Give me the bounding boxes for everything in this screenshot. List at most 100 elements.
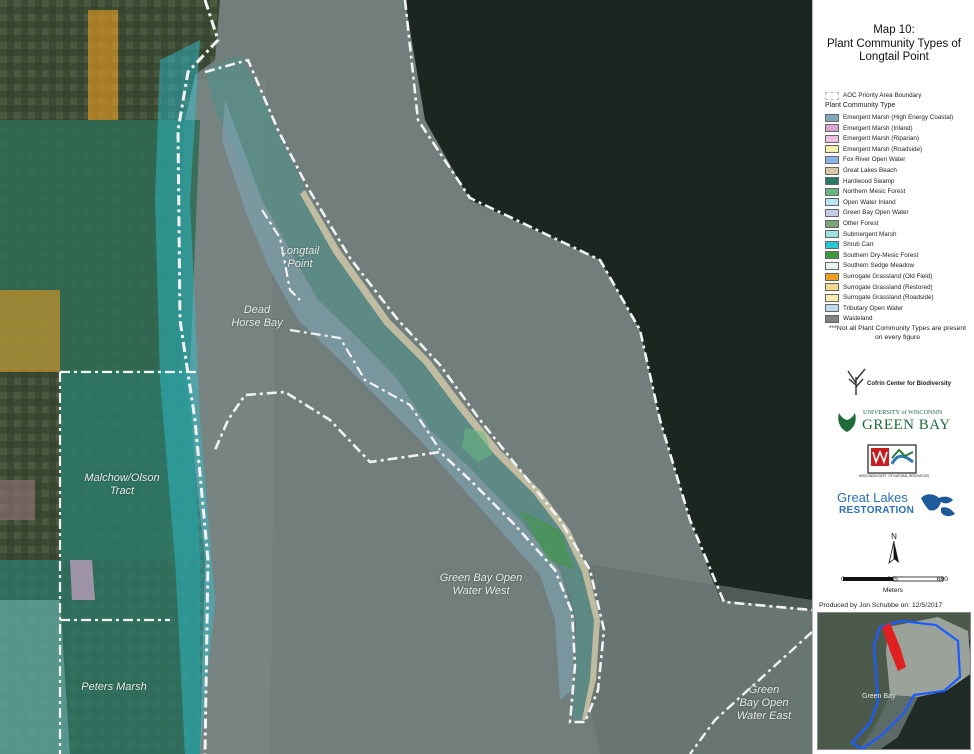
- legend-label: Other Forest: [843, 220, 879, 227]
- legend-note: ***Not all Plant Community Types are pre…: [828, 325, 966, 341]
- wasteland-patch: [0, 480, 35, 520]
- label-line: Tract: [109, 485, 135, 497]
- legend-item: Shrub Carr: [825, 240, 874, 249]
- legend-swatch: [825, 304, 839, 313]
- wdnr-emblem-icon: [867, 444, 917, 474]
- label-dead-horse-bay: Dead Horse Bay: [222, 304, 292, 330]
- legend-item: Tributary Open Water: [825, 304, 903, 313]
- legend-item: Southern Sedge Meadow: [825, 261, 914, 270]
- surrogate-grassland-2: [0, 290, 60, 372]
- legend-swatch: [825, 208, 839, 217]
- legend-label: Surrogate Grassland (Restored): [843, 283, 933, 291]
- legend-header: Plant Community Type: [825, 102, 896, 109]
- label-line: Green Bay Open: [439, 572, 523, 584]
- inset-label: Green Bay: [862, 693, 896, 700]
- legend-label: Great Lakes Beach: [843, 167, 897, 174]
- legend-label: Emergent Marsh (Riparian): [843, 135, 919, 143]
- legend-swatch: [825, 240, 839, 249]
- uw-line2: GREEN BAY: [862, 417, 951, 433]
- legend-item: Emergent Marsh (High Energy Coastal): [825, 113, 953, 122]
- legend-item: Emergent Marsh (Riparian): [825, 134, 919, 143]
- label-gb-east: Green Bay Open Water East: [722, 684, 806, 723]
- legend-label: Shrub Carr: [843, 241, 874, 249]
- label-line: Longtail: [280, 245, 320, 257]
- legend-swatch: [825, 177, 839, 186]
- legend-label: Wasteland: [843, 315, 873, 323]
- legend-item: Fox River Open Water: [825, 155, 905, 164]
- title-line: Longtail Point: [859, 51, 929, 63]
- legend-swatch: [825, 314, 839, 323]
- phoenix-icon: [838, 413, 856, 432]
- inset-map: Green Bay: [817, 612, 971, 750]
- label-line: Dead: [243, 304, 271, 316]
- tree-icon: [847, 368, 866, 395]
- legend-label: Surrogate Grassland (Old Field): [843, 273, 933, 280]
- legend-label: Submergent Marsh: [843, 230, 897, 238]
- map-title: Map 10: Plant Community Types of Longtai…: [813, 24, 974, 65]
- title-line: Plant Community Types of: [826, 37, 961, 50]
- inland-marsh-patch: [70, 560, 95, 600]
- label-malchow-olson: Malchow/Olson Tract: [82, 472, 162, 498]
- label-line: Point: [287, 258, 313, 270]
- legend-item: Emergent Marsh (Roadside): [825, 145, 922, 154]
- legend-item: Surrogate Grassland (Restored): [825, 283, 933, 292]
- legend-label: AOC Priority Area Boundary: [843, 92, 922, 99]
- legend-item: Submergent Marsh: [825, 230, 897, 239]
- legend-label: Northern Mesic Forest: [843, 188, 906, 196]
- legend-item: Northern Mesic Forest: [825, 187, 905, 196]
- legend-label: Fox River Open Water: [843, 156, 906, 164]
- boundary-swatch: [825, 91, 839, 100]
- legend-item: Southern Dry-Mesic Forest: [825, 251, 918, 260]
- glr-line2: RESTORATION: [839, 505, 915, 516]
- legend-item: Emergent Marsh (Inland): [825, 124, 913, 133]
- label-peters-marsh: Peters Marsh: [74, 681, 154, 694]
- scale-tick-1: 345: [887, 576, 898, 583]
- scale-unit: Meters: [883, 587, 903, 594]
- legend-boundary-row: AOC Priority Area Boundary: [825, 91, 921, 100]
- legend-item: Green Bay Open Water: [825, 208, 909, 217]
- north-arrow-icon: [888, 540, 899, 565]
- legend-swatch: [825, 166, 839, 175]
- label-line: Green: [748, 684, 780, 696]
- legend-swatch: [825, 219, 839, 228]
- cofrin-text: Cofrin Center for Biodiversity: [867, 381, 952, 387]
- scale-tick-2: 690: [937, 576, 948, 583]
- legend-swatch: [825, 124, 839, 133]
- north-label: N: [891, 532, 897, 541]
- legend-swatch: [825, 272, 839, 281]
- legend-label: Southern Dry-Mesic Forest: [843, 251, 919, 259]
- label-line: Horse Bay: [231, 317, 283, 329]
- legend-item: Hardwood Swamp: [825, 177, 894, 186]
- label-longtail-point: Longtail Point: [268, 245, 332, 271]
- scale-bar: 0 345 690 Meters: [841, 571, 953, 597]
- legend-item: Open Water Inland: [825, 198, 896, 207]
- legend-label: Surrogate Grassland (Roadside): [843, 294, 934, 302]
- legend-label: Emergent Marsh (Inland): [843, 124, 913, 132]
- north-arrow: N: [887, 532, 901, 570]
- legend-swatch: [825, 251, 839, 260]
- wdnr-text: WISCONSIN DEPT. OF NATURAL RESOURCES: [859, 474, 930, 478]
- legend-label: Green Bay Open Water: [843, 209, 909, 217]
- cofrin-logo: Cofrin Center for Biodiversity: [843, 365, 963, 399]
- glr-logo: Great Lakes RESTORATION: [837, 490, 959, 522]
- map-credit: Produced by Jon Schubbe on: 12/5/2017: [819, 602, 943, 609]
- map-view[interactable]: Longtail Point Dead Horse Bay Malchow/Ol…: [0, 0, 812, 754]
- legend-item: Great Lakes Beach: [825, 166, 897, 175]
- legend-swatch: [825, 283, 839, 292]
- legend-label: Southern Sedge Meadow: [843, 262, 915, 270]
- label-line: Water East: [736, 710, 792, 722]
- legend-swatch: [825, 155, 839, 164]
- legend-item: Surrogate Grassland (Old Field): [825, 272, 932, 281]
- title-line: Map 10:: [873, 24, 915, 36]
- label-gb-west: Green Bay Open Water West: [426, 572, 536, 598]
- legend-item: Other Forest: [825, 219, 878, 228]
- uwgb-logo: UNIVERSITY of WISCONSIN GREEN BAY: [835, 406, 957, 438]
- legend-swatch: [825, 198, 839, 207]
- glr-line1: Great Lakes: [837, 490, 908, 505]
- scale-tick-0: 0: [841, 576, 845, 583]
- surrogate-grassland-1: [88, 10, 118, 120]
- uw-line1: UNIVERSITY of WISCONSIN: [863, 409, 943, 416]
- legend-item: Surrogate Grassland (Roadside): [825, 293, 934, 302]
- legend-swatch: [825, 187, 839, 196]
- label-line: Malchow/Olson: [84, 472, 160, 484]
